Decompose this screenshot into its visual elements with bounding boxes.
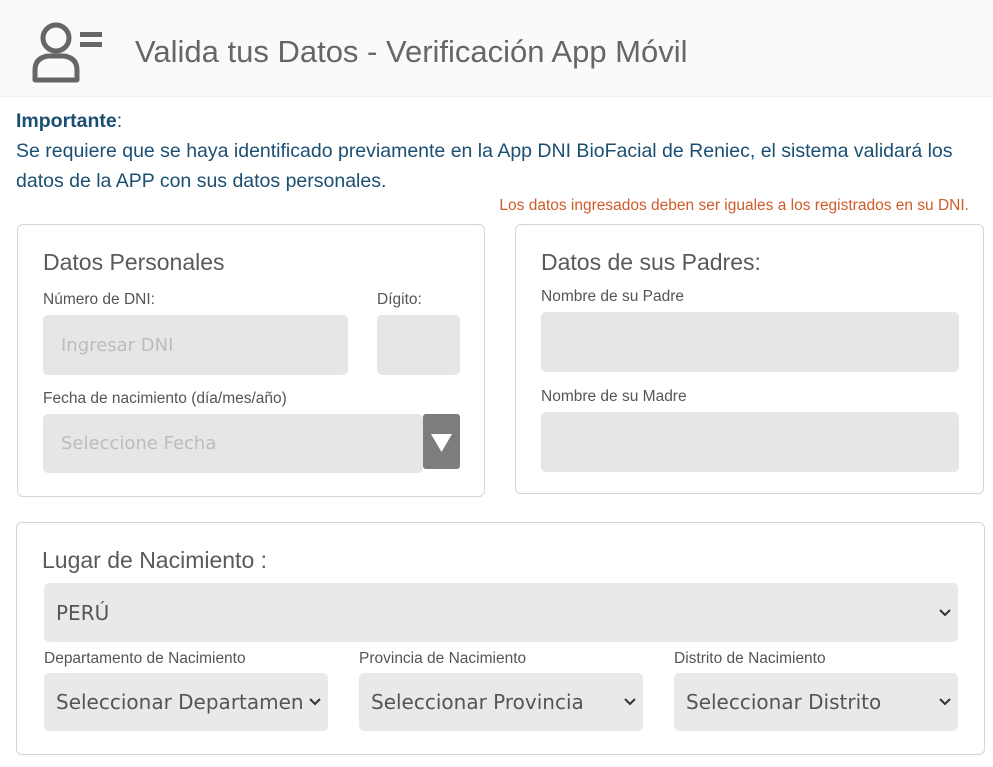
digit-label: Dígito: [377, 291, 422, 308]
province-value: Seleccionar Provincia [371, 690, 584, 714]
page-header: Valida tus Datos - Verificación App Móvi… [0, 0, 993, 97]
digit-input[interactable] [377, 315, 460, 375]
important-notice: Importante: Se requiere que se haya iden… [16, 106, 981, 196]
personal-data-card: Datos Personales Número de DNI: Dígito: … [17, 224, 485, 497]
district-select[interactable]: Seleccionar Distrito [674, 673, 958, 731]
page-title: Valida tus Datos - Verificación App Móvi… [135, 34, 688, 69]
warning-message: Los datos ingresados deben ser iguales a… [499, 197, 969, 214]
department-label: Departamento de Nacimiento [44, 650, 246, 667]
chevron-down-icon [624, 698, 636, 706]
parents-data-title: Datos de sus Padres: [541, 249, 761, 275]
dni-placeholder: Ingresar DNI [61, 334, 174, 356]
dni-input[interactable]: Ingresar DNI [43, 315, 348, 375]
birthdate-label: Fecha de nacimiento (día/mes/año) [43, 390, 287, 407]
birthplace-title: Lugar de Nacimiento : [42, 547, 268, 573]
district-label: Distrito de Nacimiento [674, 650, 826, 667]
chevron-down-icon [939, 608, 951, 616]
department-value: Seleccionar Departamento [56, 690, 302, 714]
triangle-down-icon [431, 434, 452, 452]
district-value: Seleccionar Distrito [686, 690, 882, 714]
birthdate-input[interactable]: Seleccione Fecha [43, 414, 423, 473]
dni-label: Número de DNI: [43, 291, 155, 308]
parents-data-card: Datos de sus Padres: Nombre de su Padre … [515, 224, 984, 494]
birthplace-card: Lugar de Nacimiento : PERÚ Departamento … [16, 522, 985, 755]
birthdate-placeholder: Seleccione Fecha [61, 433, 217, 454]
notice-body: Se requiere que se haya identificado pre… [16, 140, 953, 192]
user-list-icon [32, 22, 102, 83]
important-label: Importante [16, 110, 117, 132]
father-name-input[interactable] [541, 312, 959, 372]
mother-name-label: Nombre de su Madre [541, 388, 687, 405]
province-select[interactable]: Seleccionar Provincia [359, 673, 643, 731]
country-value: PERÚ [56, 600, 110, 625]
personal-data-title: Datos Personales [43, 249, 225, 275]
mother-name-input[interactable] [541, 412, 959, 472]
date-picker-button[interactable] [423, 414, 460, 469]
department-select[interactable]: Seleccionar Departamento [44, 673, 328, 731]
important-colon: : [116, 110, 123, 132]
country-select[interactable]: PERÚ [44, 583, 958, 642]
province-label: Provincia de Nacimiento [359, 650, 527, 667]
chevron-down-icon [309, 698, 321, 706]
chevron-down-icon [939, 698, 951, 706]
father-name-label: Nombre de su Padre [541, 288, 685, 305]
